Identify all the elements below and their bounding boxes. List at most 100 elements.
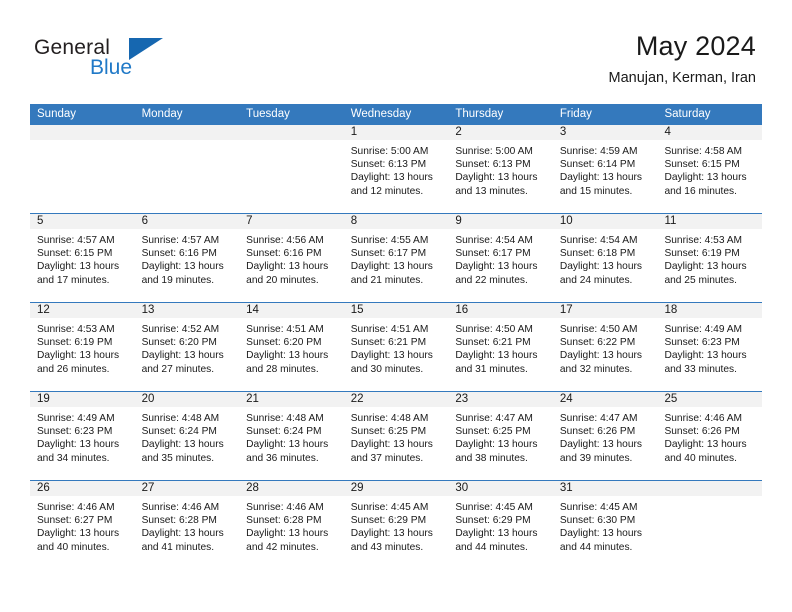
calendar-day-cell[interactable]: 10 Sunrise: 4:54 AM Sunset: 6:18 PM Dayligh… (552, 214, 658, 302)
triangle-logo-icon (129, 38, 163, 60)
sunset-time: Sunset: 6:21 PM (350, 337, 427, 349)
day-details: Sunrise: 4:57 AM Sunset: 6:16 PM Daylight:… (135, 229, 240, 287)
calendar-week-inner: 19 Sunrise: 4:49 AM Sunset: 6:23 PM Dayligh… (30, 392, 763, 480)
calendar-day-cell[interactable]: 8 Sunrise: 4:55 AM Sunset: 6:17 PM Daylight… (343, 214, 449, 302)
daylight-duration-line1: Daylight: 13 hours (37, 350, 120, 362)
calendar-day-cell[interactable]: 28 Sunrise: 4:46 AM Sunset: 6:28 PM Dayligh… (239, 481, 344, 569)
calendar-day-cell[interactable]: 29 Sunrise: 4:45 AM Sunset: 6:29 PM Dayligh… (343, 481, 449, 569)
calendar-week-row: 5 Sunrise: 4:57 AM Sunset: 6:15 PM Daylight… (30, 213, 763, 302)
day-number: 3 (552, 125, 658, 140)
sunrise-time: Sunrise: 4:50 AM (455, 324, 533, 335)
sunset-time: Sunset: 6:26 PM (559, 426, 636, 438)
calendar-week-row: 1 Sunrise: 5:00 AM Sunset: 6:13 PM Daylight… (30, 125, 763, 213)
sunset-time: Sunset: 6:17 PM (455, 248, 531, 260)
day-details: Sunrise: 4:46 AM Sunset: 6:26 PM Daylight:… (657, 407, 762, 465)
calendar-day-cell[interactable]: 15 Sunrise: 4:51 AM Sunset: 6:21 PM Dayligh… (343, 303, 449, 391)
day-number: 21 (239, 392, 344, 407)
sunset-time: Sunset: 6:19 PM (664, 248, 740, 260)
daylight-duration-line1: Daylight: 13 hours (350, 528, 433, 540)
day-details: Sunrise: 4:51 AM Sunset: 6:20 PM Daylight:… (239, 318, 344, 376)
sunset-time: Sunset: 6:28 PM (141, 515, 217, 527)
calendar-day-cell[interactable]: 11 Sunrise: 4:53 AM Sunset: 6:19 PM Dayligh… (657, 214, 763, 302)
calendar-day-cell[interactable]: 16 Sunrise: 4:50 AM Sunset: 6:21 PM Dayligh… (448, 303, 553, 391)
day-number: 5 (30, 214, 135, 229)
day-details: Sunrise: 4:46 AM Sunset: 6:27 PM Daylight:… (30, 496, 135, 554)
daylight-duration-line2: and 21 minutes. (350, 274, 424, 286)
calendar-day-cell[interactable]: 4 Sunrise: 4:58 AM Sunset: 6:15 PM Daylight… (657, 125, 763, 213)
day-number: 13 (134, 303, 240, 318)
day-number: 9 (448, 214, 553, 229)
calendar-day-cell[interactable]: 7 Sunrise: 4:56 AM Sunset: 6:16 PM Daylight… (239, 214, 344, 302)
calendar-day-cell[interactable]: 1 Sunrise: 5:00 AM Sunset: 6:13 PM Daylight… (343, 125, 449, 213)
calendar-day-cell[interactable]: 21 Sunrise: 4:48 AM Sunset: 6:24 PM Dayligh… (239, 392, 344, 480)
day-details: Sunrise: 4:47 AM Sunset: 6:26 PM Daylight:… (553, 407, 658, 465)
calendar-day-cell[interactable]: 9 Sunrise: 4:54 AM Sunset: 6:17 PM Daylight… (448, 214, 553, 302)
daylight-duration-line1: Daylight: 13 hours (559, 261, 643, 273)
sunset-time: Sunset: 6:26 PM (664, 426, 740, 438)
daylight-duration-line1: Daylight: 13 hours (37, 261, 120, 273)
sunset-time: Sunset: 6:30 PM (559, 515, 636, 527)
day-details: Sunrise: 4:58 AM Sunset: 6:15 PM Daylight:… (657, 140, 762, 198)
sunset-time: Sunset: 6:22 PM (559, 337, 636, 349)
calendar-day-cell[interactable]: 26 Sunrise: 4:46 AM Sunset: 6:27 PM Dayligh… (30, 481, 135, 569)
calendar-day-cell[interactable]: 22 Sunrise: 4:48 AM Sunset: 6:25 PM Dayligh… (343, 392, 449, 480)
daylight-duration-line2: and 38 minutes. (455, 452, 528, 464)
calendar-day-cell[interactable]: 6 Sunrise: 4:57 AM Sunset: 6:16 PM Daylight… (134, 214, 240, 302)
calendar-day-cell[interactable]: 12 Sunrise: 4:53 AM Sunset: 6:19 PM Dayligh… (30, 303, 135, 391)
calendar-day-cell[interactable]: 25 Sunrise: 4:46 AM Sunset: 6:26 PM Dayligh… (657, 392, 763, 480)
weekday-header-saturday: Saturday (664, 108, 711, 120)
daylight-duration-line2: and 43 minutes. (350, 541, 424, 553)
calendar-grid: Sunday Monday Tuesday Wednesday Thursday… (30, 104, 763, 569)
sunset-time: Sunset: 6:29 PM (455, 515, 531, 527)
day-number: 19 (30, 392, 135, 407)
calendar-day-cell[interactable]: 19 Sunrise: 4:49 AM Sunset: 6:23 PM Dayligh… (30, 392, 135, 480)
calendar-day-cell[interactable]: 2 Sunrise: 5:00 AM Sunset: 6:13 PM Daylight… (448, 125, 553, 213)
sunset-time: Sunset: 6:20 PM (141, 337, 217, 349)
daylight-duration-line2: and 16 minutes. (664, 185, 737, 197)
sunset-time: Sunset: 6:17 PM (350, 248, 427, 260)
day-details: Sunrise: 5:00 AM Sunset: 6:13 PM Daylight:… (344, 140, 449, 198)
calendar-day-cell[interactable]: 24 Sunrise: 4:47 AM Sunset: 6:26 PM Dayligh… (552, 392, 658, 480)
sunrise-time: Sunrise: 4:50 AM (559, 324, 638, 335)
daylight-duration-line2: and 13 minutes. (455, 185, 528, 197)
day-number (239, 125, 344, 140)
calendar-day-cell[interactable]: 23 Sunrise: 4:47 AM Sunset: 6:25 PM Dayligh… (448, 392, 553, 480)
sunrise-time: Sunrise: 4:45 AM (350, 502, 429, 513)
daylight-duration-line2: and 15 minutes. (559, 185, 633, 197)
sunrise-time: Sunrise: 4:48 AM (246, 413, 324, 424)
day-details (135, 140, 240, 145)
calendar-day-cell[interactable]: 13 Sunrise: 4:52 AM Sunset: 6:20 PM Dayligh… (134, 303, 240, 391)
day-details: Sunrise: 4:48 AM Sunset: 6:24 PM Daylight:… (239, 407, 344, 465)
brand-logo[interactable]: General Blue (34, 36, 214, 88)
calendar-day-cell[interactable]: 31 Sunrise: 4:45 AM Sunset: 6:30 PM Dayligh… (552, 481, 658, 569)
sunset-time: Sunset: 6:25 PM (455, 426, 531, 438)
calendar-day-cell[interactable]: 14 Sunrise: 4:51 AM Sunset: 6:20 PM Dayligh… (239, 303, 344, 391)
calendar-day-cell[interactable]: 30 Sunrise: 4:45 AM Sunset: 6:29 PM Dayligh… (448, 481, 553, 569)
calendar-day-cell[interactable]: 5 Sunrise: 4:57 AM Sunset: 6:15 PM Daylight… (30, 214, 135, 302)
calendar-page: General Blue May 2024 Manujan, Kerman, I… (0, 0, 792, 612)
day-details: Sunrise: 4:53 AM Sunset: 6:19 PM Daylight:… (30, 318, 135, 376)
calendar-day-cell[interactable]: 27 Sunrise: 4:46 AM Sunset: 6:28 PM Dayligh… (134, 481, 240, 569)
daylight-duration-line2: and 42 minutes. (246, 541, 319, 553)
sunrise-time: Sunrise: 4:48 AM (141, 413, 220, 424)
daylight-duration-line1: Daylight: 13 hours (141, 261, 224, 273)
daylight-duration-line2: and 33 minutes. (664, 363, 737, 375)
daylight-duration-line2: and 12 minutes. (350, 185, 424, 197)
weekday-header-monday: Monday (141, 108, 183, 120)
calendar-week-inner: 12 Sunrise: 4:53 AM Sunset: 6:19 PM Dayligh… (30, 303, 763, 391)
weekday-header-thursday: Thursday (455, 108, 504, 120)
day-details: Sunrise: 4:53 AM Sunset: 6:19 PM Daylight:… (657, 229, 762, 287)
day-details: Sunrise: 4:49 AM Sunset: 6:23 PM Daylight:… (30, 407, 135, 465)
daylight-duration-line1: Daylight: 13 hours (141, 350, 224, 362)
calendar-day-cell[interactable]: 17 Sunrise: 4:50 AM Sunset: 6:22 PM Dayligh… (552, 303, 658, 391)
sunset-time: Sunset: 6:13 PM (350, 159, 427, 171)
daylight-duration-line2: and 22 minutes. (455, 274, 528, 286)
weekday-header-row: Sunday Monday Tuesday Wednesday Thursday… (30, 104, 762, 125)
day-details: Sunrise: 4:45 AM Sunset: 6:29 PM Daylight:… (448, 496, 553, 554)
calendar-day-cell[interactable]: 20 Sunrise: 4:48 AM Sunset: 6:24 PM Dayligh… (134, 392, 240, 480)
daylight-duration-line1: Daylight: 13 hours (455, 350, 538, 362)
calendar-day-cell[interactable]: 18 Sunrise: 4:49 AM Sunset: 6:23 PM Dayligh… (657, 303, 763, 391)
sunrise-time: Sunrise: 4:53 AM (664, 235, 743, 246)
day-details: Sunrise: 4:55 AM Sunset: 6:17 PM Daylight:… (344, 229, 449, 287)
calendar-day-cell[interactable]: 3 Sunrise: 4:59 AM Sunset: 6:14 PM Daylight… (552, 125, 658, 213)
